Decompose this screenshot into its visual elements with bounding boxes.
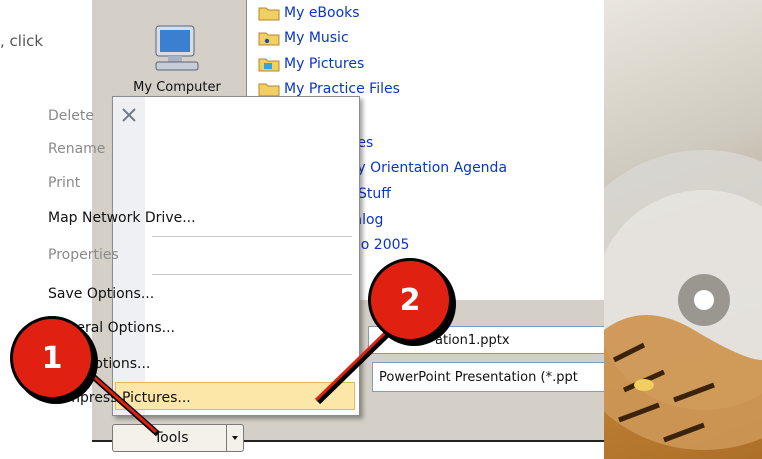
step-callout-1: 1 xyxy=(10,316,94,400)
step-callout-2: 2 xyxy=(368,258,452,342)
callout-pointers xyxy=(85,326,395,437)
